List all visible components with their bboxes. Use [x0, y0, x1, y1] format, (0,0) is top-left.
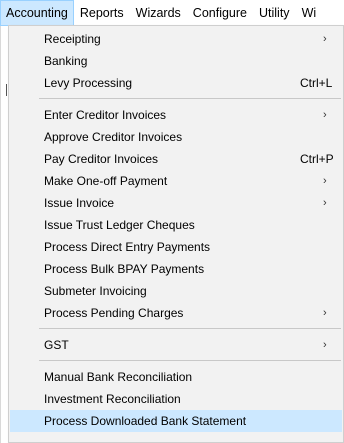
menu-separator: [39, 360, 341, 361]
menu-configure[interactable]: Configure: [187, 0, 253, 26]
chevron-right-icon: ›: [323, 339, 327, 351]
menu-item-receipting[interactable]: Receipting ›: [10, 28, 342, 50]
menu-item-process-pending-charges[interactable]: Process Pending Charges ›: [10, 302, 342, 324]
menu-item-submeter-invoicing[interactable]: Submeter Invoicing: [10, 280, 342, 302]
menu-item-label: Banking: [44, 54, 88, 68]
menu-item-shortcut: Ctrl+P: [300, 152, 334, 166]
menu-item-label: Receipting: [44, 32, 101, 46]
menu-item-process-downloaded-bank-statement[interactable]: Process Downloaded Bank Statement: [10, 410, 342, 432]
menu-window-partial[interactable]: Wi: [296, 0, 323, 26]
menu-item-label: Investment Reconciliation: [44, 392, 181, 406]
menu-separator: [39, 328, 341, 329]
menu-item-banking[interactable]: Banking: [10, 50, 342, 72]
menu-item-label: Process Direct Entry Payments: [44, 240, 211, 254]
menu-item-process-bulk-bpay-payments[interactable]: Process Bulk BPAY Payments: [10, 258, 342, 280]
menu-bar: Accounting Reports Wizards Configure Uti…: [0, 0, 344, 26]
menu-wizards[interactable]: Wizards: [130, 0, 187, 26]
menu-item-label: Issue Trust Ledger Cheques: [44, 218, 195, 232]
menu-item-make-one-off-payment[interactable]: Make One-off Payment ›: [10, 170, 342, 192]
menu-separator: [39, 98, 341, 99]
menu-item-enter-creditor-invoices[interactable]: Enter Creditor Invoices ›: [10, 104, 342, 126]
menu-item-label: Issue Invoice: [44, 196, 115, 210]
menu-item-label: Levy Processing: [44, 76, 133, 90]
menu-reports[interactable]: Reports: [74, 0, 130, 26]
menu-item-pay-creditor-invoices[interactable]: Pay Creditor Invoices Ctrl+P: [10, 148, 342, 170]
menu-item-issue-trust-ledger-cheques[interactable]: Issue Trust Ledger Cheques: [10, 214, 342, 236]
menu-item-label: Pay Creditor Invoices: [44, 152, 159, 166]
accounting-dropdown-menu: Receipting › Banking Levy Processing Ctr…: [8, 25, 344, 443]
menu-item-label: Manual Bank Reconciliation: [44, 370, 193, 384]
menu-item-label: Process Downloaded Bank Statement: [44, 414, 247, 428]
menu-item-process-direct-entry-payments[interactable]: Process Direct Entry Payments: [10, 236, 342, 258]
menu-item-levy-processing[interactable]: Levy Processing Ctrl+L: [10, 72, 342, 94]
menu-item-label: GST: [44, 338, 69, 352]
menu-item-label: Submeter Invoicing: [44, 284, 147, 298]
menu-item-shortcut: Ctrl+L: [300, 76, 333, 90]
menu-accounting[interactable]: Accounting: [0, 0, 74, 26]
chevron-right-icon: ›: [323, 307, 327, 319]
menu-item-approve-creditor-invoices[interactable]: Approve Creditor Invoices: [10, 126, 342, 148]
menu-item-label: Process Pending Charges: [44, 306, 184, 320]
menu-item-gst[interactable]: GST ›: [10, 334, 342, 356]
menu-item-label: Make One-off Payment: [44, 174, 168, 188]
menu-utility[interactable]: Utility: [253, 0, 296, 26]
menu-item-investment-reconciliation[interactable]: Investment Reconciliation: [10, 388, 342, 410]
window-edge: [0, 26, 1, 443]
chevron-right-icon: ›: [323, 175, 327, 187]
text-cursor-mark: [6, 84, 7, 96]
menu-item-issue-invoice[interactable]: Issue Invoice ›: [10, 192, 342, 214]
menu-item-label: Approve Creditor Invoices: [44, 130, 183, 144]
chevron-right-icon: ›: [323, 197, 327, 209]
menu-item-label: Process Bulk BPAY Payments: [44, 262, 205, 276]
chevron-right-icon: ›: [323, 109, 327, 121]
menu-item-label: Enter Creditor Invoices: [44, 108, 167, 122]
menu-item-manual-bank-reconciliation[interactable]: Manual Bank Reconciliation: [10, 366, 342, 388]
chevron-right-icon: ›: [323, 33, 327, 45]
